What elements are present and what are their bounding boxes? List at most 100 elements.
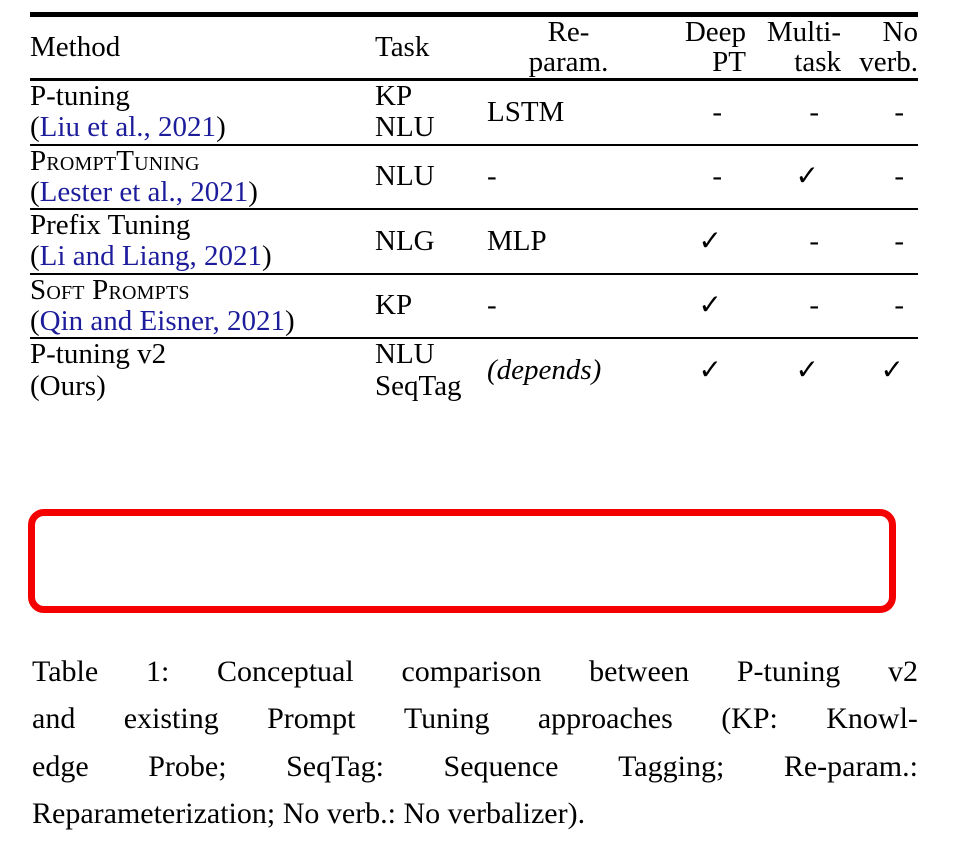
table-row: PromptTuning (Lester et al., 2021) NLU -…	[30, 143, 918, 210]
row-method-cell: Soft Prompts (Qin and Eisner, 2021)	[30, 272, 375, 339]
table-row: Prefix Tuning (Li and Liang, 2021) NLG M…	[30, 208, 918, 274]
caption-word: between	[589, 655, 690, 688]
caption-line-4: Reparameterization; No verb.: No verbali…	[32, 797, 586, 831]
task-line: NLU	[375, 338, 435, 371]
caption-word: edge	[32, 749, 89, 783]
row-method-cell: PromptTuning (Lester et al., 2021)	[30, 143, 375, 210]
column-header-task: Task	[375, 12, 487, 80]
row-reparam-cell: (depends)	[487, 337, 650, 402]
citation-link[interactable]: Qin and Eisner, 2021	[40, 305, 285, 337]
caption-word: Tuning	[403, 702, 490, 736]
column-header-multitask: Multi- task	[746, 12, 841, 80]
row-deep-pt-cell: ✓	[650, 337, 746, 402]
caption-word: comparison	[401, 655, 542, 688]
dash-mark: -	[809, 95, 819, 128]
column-header-noverb-line1: No	[882, 16, 918, 48]
dash-mark: -	[712, 95, 722, 128]
row-task-cell: NLU SeqTag	[375, 337, 487, 402]
row-noverb-cell: ✓	[841, 337, 918, 402]
row-deep-pt-cell: -	[650, 143, 746, 210]
table-caption: Table 1: Conceptual comparison between P-tuni…	[32, 648, 918, 838]
table-row-highlighted: P-tuning v2 (Ours) NLU SeqTag (depends) …	[30, 337, 918, 402]
table-figure-page: Method Task Re- param. Deep PT Multi- ta…	[0, 0, 954, 852]
row-task-cell: NLG	[375, 208, 487, 274]
column-header-method: Method	[30, 12, 375, 80]
caption-word: and	[32, 702, 76, 736]
dash-mark: -	[809, 224, 819, 257]
dash-mark: -	[712, 160, 722, 193]
table-body: P-tuning (Liu et al., 2021) KP NLU LSTM …	[30, 77, 918, 402]
dash-mark: -	[894, 95, 904, 128]
caption-word: Table	[32, 655, 99, 688]
row-deep-pt-cell: ✓	[650, 272, 746, 339]
row-task-cell: KP NLU	[375, 77, 487, 145]
column-header-noverb-line2: verb.	[859, 46, 918, 79]
row-reparam-cell: LSTM	[487, 77, 650, 145]
method-name: P-tuning v2	[30, 338, 167, 371]
column-header-multitask-line2: task	[794, 46, 841, 79]
column-header-reparam-line2: param.	[528, 46, 609, 79]
caption-line-3: edge Probe; SeqTag: Sequence Tagging; Re-para…	[32, 743, 918, 790]
caption-word: Conceptual	[217, 655, 354, 688]
caption-word: P-tuning	[736, 655, 841, 688]
row-deep-pt-cell: -	[650, 77, 746, 145]
task-line: NLG	[375, 224, 435, 257]
row-noverb-cell: -	[841, 208, 918, 274]
caption-word: SeqTag:	[286, 749, 384, 783]
column-header-deep-pt-line1: Deep	[684, 16, 746, 48]
caption-word: 1:	[145, 655, 170, 688]
caption-word: Sequence	[443, 749, 559, 783]
column-header-reparam: Re- param.	[487, 12, 650, 80]
row-method-cell: Prefix Tuning (Li and Liang, 2021)	[30, 208, 375, 274]
method-citation: (Li and Liang, 2021)	[30, 240, 272, 273]
method-citation: (Qin and Eisner, 2021)	[30, 305, 295, 338]
row-method-cell: P-tuning v2 (Ours)	[30, 337, 375, 402]
row-multitask-cell: -	[746, 272, 841, 339]
row-method-cell: P-tuning (Liu et al., 2021)	[30, 77, 375, 145]
dash-mark: -	[894, 160, 904, 193]
task-line: NLU	[375, 111, 435, 144]
column-header-deep-pt: Deep PT	[650, 12, 746, 80]
row-task-cell: KP	[375, 272, 487, 339]
column-header-noverb: No verb.	[841, 12, 918, 80]
task-line: KP	[375, 79, 413, 112]
caption-word: Prompt	[267, 702, 356, 736]
check-icon: ✓	[698, 355, 722, 387]
method-citation: (Liu et al., 2021)	[30, 111, 226, 144]
row-reparam-cell: -	[487, 143, 650, 210]
caption-word: Tagging;	[618, 749, 725, 783]
method-citation: (Lester et al., 2021)	[30, 175, 258, 208]
check-icon: ✓	[698, 225, 722, 257]
caption-word: existing	[123, 702, 219, 736]
method-name: P-tuning	[30, 79, 130, 112]
comparison-table-container: Method Task Re- param. Deep PT Multi- ta…	[30, 12, 918, 402]
dash-mark: -	[809, 289, 819, 322]
method-name: PromptTuning	[30, 144, 200, 177]
row-noverb-cell: -	[841, 272, 918, 339]
dash-mark: -	[894, 224, 904, 257]
check-icon: ✓	[880, 355, 904, 387]
task-line: SeqTag	[375, 369, 462, 402]
citation-link[interactable]: Lester et al., 2021	[40, 176, 249, 208]
method-citation: (Ours)	[30, 369, 106, 402]
check-icon: ✓	[698, 290, 722, 322]
caption-word: v2	[887, 655, 918, 688]
table-header: Method Task Re- param. Deep PT Multi- ta…	[30, 12, 918, 80]
citation-link[interactable]: Liu et al., 2021	[40, 111, 216, 143]
row-multitask-cell: ✓	[746, 143, 841, 210]
task-line: KP	[375, 289, 413, 322]
check-icon: ✓	[795, 161, 819, 193]
citation-link[interactable]: Li and Liang, 2021	[40, 240, 262, 272]
citation-label: Ours	[39, 369, 97, 402]
column-header-reparam-line1: Re-	[547, 16, 590, 48]
column-header-multitask-line1: Multi-	[766, 16, 841, 48]
caption-word: Probe;	[148, 749, 227, 783]
column-header-deep-pt-line2: PT	[712, 46, 746, 79]
table-header-row: Method Task Re- param. Deep PT Multi- ta…	[30, 12, 918, 80]
dash-mark: -	[894, 289, 904, 322]
column-header-task-line1: Task	[375, 31, 430, 64]
caption-word: Knowl-	[826, 702, 918, 736]
caption-word: (KP:	[721, 702, 778, 736]
table-row: P-tuning (Liu et al., 2021) KP NLU LSTM …	[30, 77, 918, 145]
method-name: Soft Prompts	[30, 273, 190, 306]
